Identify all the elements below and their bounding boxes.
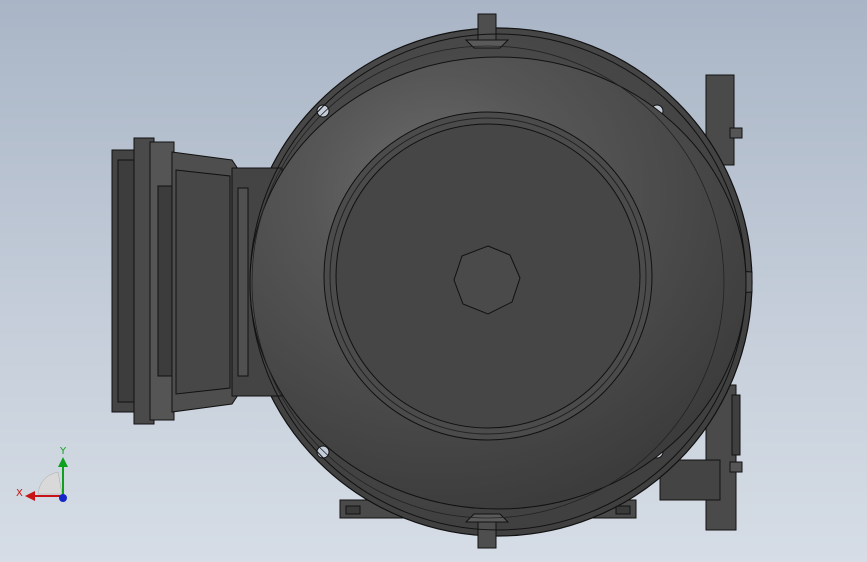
cad-viewport[interactable]: Y X: [0, 0, 867, 562]
y-axis-arrow: [58, 457, 68, 467]
z-axis-dot: [59, 494, 67, 502]
triad-plane: [37, 471, 63, 495]
pump-model[interactable]: [0, 0, 867, 562]
x-axis-arrow: [25, 491, 35, 501]
x-axis-label: X: [16, 488, 23, 499]
axis-triad: Y X: [10, 440, 80, 510]
y-axis-label: Y: [59, 446, 67, 457]
